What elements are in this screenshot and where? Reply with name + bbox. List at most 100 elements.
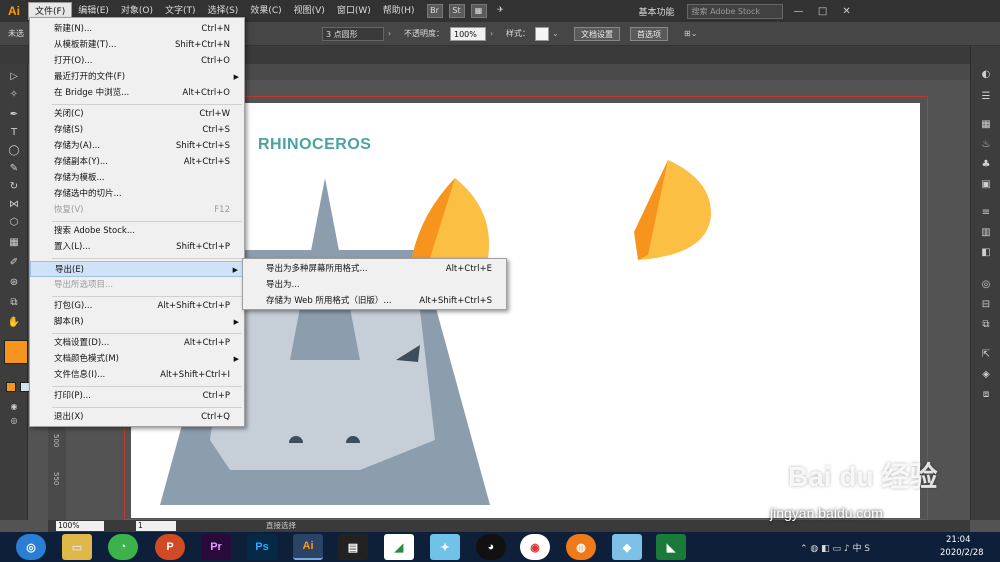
- brushes-icon[interactable]: ♨: [979, 138, 993, 152]
- appearance-icon[interactable]: ◎: [979, 278, 993, 292]
- file-menu-dropdown: 新建(N)... Ctrl+N 从模板新建(T)... Shift+Ctrl+N 打…: [29, 17, 245, 427]
- menu-item-label: 存储为(A)...: [54, 141, 101, 151]
- graphic-styles-icon[interactable]: ▣: [979, 178, 993, 192]
- menu-item-shortcut: Ctrl+S: [202, 125, 230, 135]
- menu-separator: [52, 296, 242, 297]
- video-editor-icon[interactable]: ▤: [338, 534, 368, 560]
- menu-item-shortcut: Alt+Shift+Ctrl+P: [157, 301, 230, 311]
- menu-item-export-as[interactable]: 导出为...: [243, 277, 506, 293]
- submenu-arrow-icon: ▶: [233, 355, 239, 363]
- menu-item-scripts[interactable]: 脚本(R) ▶: [30, 314, 244, 330]
- menu-item-save-slices[interactable]: 存储选中的切片...: [30, 186, 244, 202]
- illustrator-icon[interactable]: Ai: [293, 534, 323, 560]
- tray-icons[interactable]: ⌃ ◍ ◧ ▭ ♪ 中 S: [800, 541, 870, 554]
- menu-item-exit[interactable]: 退出(X) Ctrl+Q: [30, 409, 244, 425]
- menu-item-browse-bridge[interactable]: 在 Bridge 中浏览... Alt+Ctrl+O: [30, 85, 244, 101]
- align-icon[interactable]: ⊟: [979, 298, 993, 312]
- menu-item-label: 关闭(C): [54, 109, 84, 119]
- menu-item-label: 在 Bridge 中浏览...: [54, 88, 130, 98]
- menu-item-print[interactable]: 打印(P)... Ctrl+P: [30, 388, 244, 404]
- menu-item-shortcut: Ctrl+Q: [201, 412, 230, 422]
- menu-item-label: 退出(X): [54, 412, 84, 422]
- submenu-arrow-icon: ▶: [233, 73, 239, 81]
- menu-item-label: 存储(S): [54, 125, 84, 135]
- menu-item-place[interactable]: 置入(L)... Shift+Ctrl+P: [30, 239, 244, 255]
- menu-item-label: 新建(N)...: [54, 24, 93, 34]
- menu-item-file-info[interactable]: 文件信息(I)... Alt+Shift+Ctrl+I: [30, 367, 244, 383]
- menu-item-new-from-template[interactable]: 从模板新建(T)... Shift+Ctrl+N: [30, 37, 244, 53]
- menu-item-label: 导出为多种屏幕所用格式...: [266, 264, 368, 274]
- menu-separator: [52, 333, 242, 334]
- pathfinder-icon[interactable]: ⧉: [979, 318, 993, 332]
- export-icon[interactable]: ⇱: [979, 348, 993, 362]
- menu-item-export-selection[interactable]: 导出所选项目...: [30, 277, 244, 293]
- clock-time: 21:04: [946, 535, 971, 545]
- menu-item-save-as[interactable]: 存储为(A)... Shift+Ctrl+S: [30, 138, 244, 154]
- menu-item-package[interactable]: 打包(G)... Alt+Shift+Ctrl+P: [30, 298, 244, 314]
- menu-separator: [52, 221, 242, 222]
- qq-icon[interactable]: ◕: [476, 534, 506, 560]
- layers-icon[interactable]: ◈: [979, 368, 993, 382]
- kingsoft-icon[interactable]: ◢: [384, 534, 414, 560]
- menu-item-export-for-screens[interactable]: 导出为多种屏幕所用格式... Alt+Ctrl+E: [243, 261, 506, 277]
- artboards-icon[interactable]: ⧈: [979, 388, 993, 402]
- menu-item-label: 打包(G)...: [54, 301, 93, 311]
- menu-item-shortcut: Alt+Ctrl+O: [182, 88, 230, 98]
- photoshop-icon[interactable]: Ps: [247, 534, 277, 560]
- menu-item-shortcut: Ctrl+P: [202, 391, 230, 401]
- chrome-icon[interactable]: ◉: [520, 534, 550, 560]
- swatches-icon[interactable]: ▦: [979, 118, 993, 132]
- file-explorer-icon[interactable]: ▭: [62, 534, 92, 560]
- menu-item-document-setup[interactable]: 文档设置(D)... Alt+Ctrl+P: [30, 335, 244, 351]
- menu-item-new[interactable]: 新建(N)... Ctrl+N: [30, 21, 244, 37]
- color-panel-icon[interactable]: ◐: [979, 68, 993, 82]
- menu-item-shortcut: Alt+Ctrl+P: [183, 338, 230, 348]
- gradient-icon[interactable]: ▥: [979, 226, 993, 240]
- menu-item-label: 文档设置(D)...: [54, 338, 110, 348]
- menu-item-label: 文件信息(I)...: [54, 370, 106, 380]
- menu-item-export[interactable]: 导出(E) ▶: [30, 261, 244, 277]
- menu-item-open[interactable]: 打开(O)... Ctrl+O: [30, 53, 244, 69]
- menu-item-shortcut: Shift+Ctrl+P: [176, 242, 230, 252]
- menu-separator: [52, 386, 242, 387]
- menu-item-recent-files[interactable]: 最近打开的文件(F) ▶: [30, 69, 244, 85]
- menu-item-label: 存储为模板...: [54, 173, 105, 183]
- menu-item-revert[interactable]: 恢复(V) F12: [30, 202, 244, 218]
- clock-date: 2020/2/28: [940, 548, 984, 558]
- watermark-url: jingyan.baidu.com: [770, 505, 883, 521]
- assistant-icon[interactable]: ✦: [430, 534, 460, 560]
- transparency-icon[interactable]: ◧: [979, 246, 993, 260]
- premiere-icon[interactable]: Pr: [201, 534, 231, 560]
- menu-separator: [52, 258, 242, 259]
- menu-item-close[interactable]: 关闭(C) Ctrl+W: [30, 106, 244, 122]
- menu-item-search-stock[interactable]: 搜索 Adobe Stock...: [30, 223, 244, 239]
- menu-item-shortcut: Alt+Ctrl+E: [445, 264, 492, 274]
- menu-item-label: 导出(E): [55, 265, 85, 275]
- powerpoint-icon[interactable]: P: [155, 534, 185, 560]
- menu-item-shortcut: Alt+Ctrl+S: [183, 157, 230, 167]
- menu-item-label: 从模板新建(T)...: [54, 40, 117, 50]
- artboard-number-input[interactable]: 1: [136, 521, 176, 531]
- menu-item-label: 置入(L)...: [54, 242, 91, 252]
- menu-item-shortcut: Alt+Shift+Ctrl+I: [160, 370, 230, 380]
- menu-item-label: 导出所选项目...: [54, 280, 114, 290]
- zoom-level-select[interactable]: 100%: [56, 521, 104, 531]
- submenu-arrow-icon: ▶: [233, 318, 239, 326]
- right-panel-dock: ◐ ☰ ▦ ♨ ♣ ▣ ≡ ▥ ◧ ◎ ⊟ ⧉ ⇱ ◈ ⧈: [970, 46, 1000, 520]
- menu-item-label: 存储选中的切片...: [54, 189, 122, 199]
- menu-item-label: 打印(P)...: [54, 391, 91, 401]
- menu-item-save[interactable]: 存储(S) Ctrl+S: [30, 122, 244, 138]
- game-icon[interactable]: ◣: [656, 534, 686, 560]
- menu-item-label: 文档颜色模式(M): [54, 354, 119, 364]
- library-icon[interactable]: ☰: [979, 90, 993, 104]
- menu-item-document-color-mode[interactable]: 文档颜色模式(M) ▶: [30, 351, 244, 367]
- start-icon[interactable]: ◎: [16, 534, 46, 560]
- menu-item-save-copy[interactable]: 存储副本(Y)... Alt+Ctrl+S: [30, 154, 244, 170]
- stroke-icon[interactable]: ≡: [979, 206, 993, 220]
- menu-item-save-template[interactable]: 存储为模板...: [30, 170, 244, 186]
- browser-icon[interactable]: ◍: [566, 534, 596, 560]
- tool-icon[interactable]: ◆: [612, 534, 642, 560]
- menu-item-save-for-web[interactable]: 存储为 Web 所用格式（旧版）... Alt+Shift+Ctrl+S: [243, 293, 506, 309]
- wechat-icon[interactable]: ◔: [108, 534, 138, 560]
- symbols-icon[interactable]: ♣: [979, 158, 993, 172]
